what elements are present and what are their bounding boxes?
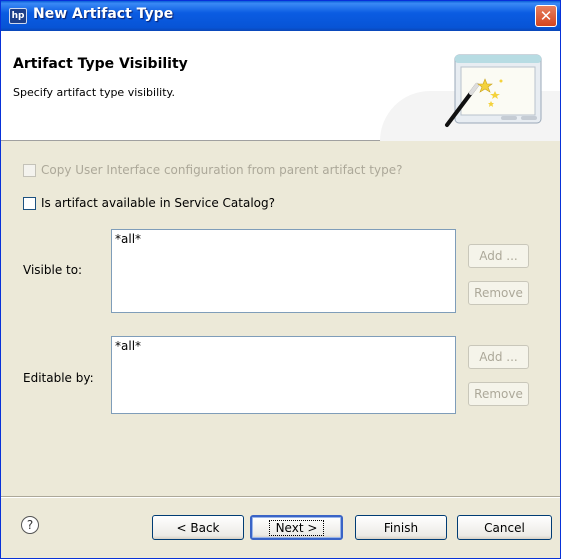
- visible-to-list[interactable]: *all*: [111, 229, 456, 313]
- close-button[interactable]: ✕: [535, 5, 557, 27]
- cancel-button-label: Cancel: [484, 520, 525, 535]
- visible-to-remove-button[interactable]: Remove: [468, 281, 529, 305]
- visible-to-label: Visible to:: [23, 263, 83, 277]
- service-catalog-option: Is artifact available in Service Catalog…: [23, 196, 275, 210]
- editable-by-label: Editable by:: [23, 371, 94, 385]
- service-catalog-checkbox[interactable]: [23, 196, 36, 210]
- help-icon[interactable]: ?: [21, 516, 39, 534]
- hp-logo-icon: hp: [9, 8, 27, 24]
- editable-by-remove-button[interactable]: Remove: [468, 382, 529, 406]
- page-title: Artifact Type Visibility: [13, 56, 188, 72]
- wizard-header: Artifact Type Visibility Specify artifac…: [1, 31, 560, 141]
- cancel-button[interactable]: Cancel: [457, 515, 552, 540]
- wizard-dialog: hp New Artifact Type ✕ Artifact Type Vis…: [0, 0, 561, 559]
- back-button[interactable]: < Back: [152, 515, 244, 540]
- magic-wand-icon: [445, 54, 542, 127]
- page-description: Specify artifact type visibility.: [13, 86, 175, 99]
- editable-by-list[interactable]: *all*: [111, 336, 456, 414]
- editable-by-add-button[interactable]: Add ...: [468, 345, 529, 369]
- back-button-label: < Back: [176, 520, 220, 535]
- service-catalog-label: Is artifact available in Service Catalog…: [41, 196, 275, 210]
- footer-divider: [1, 496, 560, 498]
- title-bar[interactable]: hp New Artifact Type ✕: [1, 1, 560, 31]
- next-button-label: Next >: [268, 519, 325, 536]
- finish-button-label: Finish: [383, 520, 419, 535]
- next-button[interactable]: Next >: [250, 515, 343, 540]
- list-item[interactable]: *all*: [115, 339, 452, 353]
- list-item[interactable]: *all*: [115, 232, 452, 246]
- window-title: New Artifact Type: [33, 6, 174, 22]
- visible-to-add-button[interactable]: Add ...: [468, 244, 529, 268]
- copy-ui-checkbox[interactable]: [23, 163, 36, 177]
- copy-ui-option: Copy User Interface configuration from p…: [23, 163, 402, 177]
- copy-ui-label: Copy User Interface configuration from p…: [41, 163, 403, 177]
- finish-button[interactable]: Finish: [355, 515, 447, 540]
